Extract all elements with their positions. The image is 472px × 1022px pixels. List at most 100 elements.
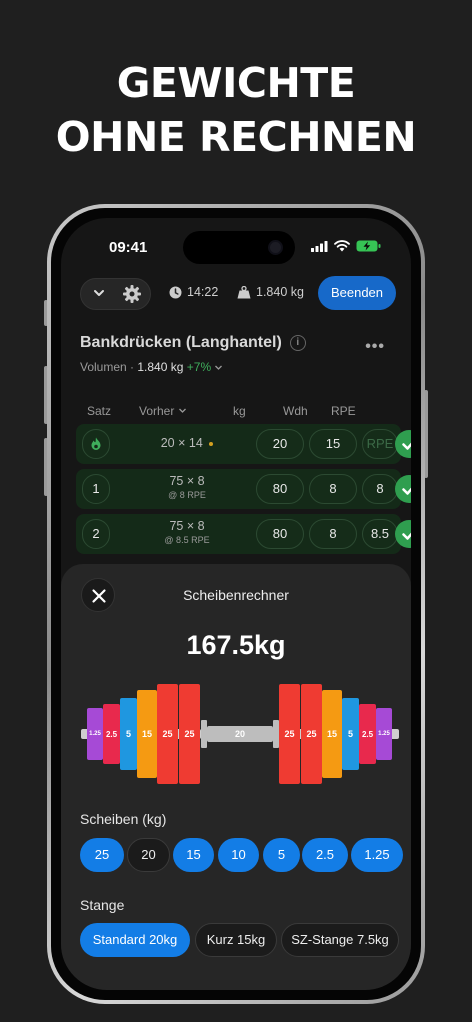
set-complete-toggle[interactable] <box>395 430 411 458</box>
plate-25: 25 <box>157 684 178 784</box>
plate-calculator-sheet: Scheibenrechner 167.5kg 20 1.25 2.5 5 15… <box>61 564 411 990</box>
header-rpe: RPE <box>331 404 356 418</box>
clock-icon <box>169 286 182 298</box>
workout-timer: 14:22 <box>169 285 218 299</box>
reps-input[interactable]: 8 <box>309 474 357 504</box>
status-icons <box>311 240 381 252</box>
wifi-icon <box>334 240 350 252</box>
set-number: 1 <box>82 474 110 504</box>
timer-value: 14:22 <box>187 285 219 299</box>
previous-value: 75 × 8 @ 8 RPE <box>132 474 242 502</box>
rpe-input[interactable]: 8.5 <box>362 519 398 549</box>
plate-1-25: 1.25 <box>376 708 392 760</box>
set-row-1: 1 75 × 8 @ 8 RPE 80 8 8 <box>76 469 411 509</box>
checkmark-icon <box>402 532 411 540</box>
bar-chip-standard[interactable]: Standard 20kg <box>80 923 190 957</box>
app-screen: 09:41 14:22 1.840 kg Beenden Bankdrücken… <box>61 218 411 990</box>
flame-icon <box>91 437 101 450</box>
set-complete-toggle[interactable] <box>395 475 411 503</box>
reps-input[interactable]: 8 <box>309 519 357 549</box>
previous-value: 20 × 14 <box>132 436 242 450</box>
more-options-icon[interactable]: ••• <box>365 338 385 356</box>
plates-section-label: Scheiben (kg) <box>80 811 167 827</box>
headline-line-1: GEWICHTE <box>116 59 356 107</box>
headline-line-2: OHNE RECHNEN <box>55 113 417 161</box>
promo-headline: GEWICHTE OHNE RECHNEN <box>0 56 472 164</box>
plate-2-5: 2.5 <box>103 704 120 764</box>
checkmark-icon <box>402 442 411 450</box>
previous-value: 75 × 8 @ 8.5 RPE <box>132 519 242 547</box>
rpe-input[interactable]: 8 <box>362 474 398 504</box>
volume-change: +7% <box>186 360 212 374</box>
bar-weight-label: 20 <box>234 729 245 739</box>
sheet-title: Scheibenrechner <box>183 587 289 603</box>
header-reps: Wdh <box>283 404 308 418</box>
volume-label: Volumen · <box>80 360 138 374</box>
previous-dot <box>209 441 214 446</box>
status-time: 09:41 <box>109 239 148 256</box>
set-row-2: 2 75 × 8 @ 8.5 RPE 80 8 8.5 <box>76 514 411 554</box>
header-previous[interactable]: Vorher <box>139 404 187 418</box>
plate-1-25: 1.25 <box>87 708 103 760</box>
exercise-title: Bankdrücken (Langhantel) i <box>80 334 306 352</box>
barbell-shaft: 20 <box>207 726 273 742</box>
plate-5: 5 <box>342 698 359 770</box>
plate-chip-25[interactable]: 25 <box>80 838 124 872</box>
front-camera <box>268 240 283 255</box>
rpe-input[interactable]: RPE <box>362 429 398 459</box>
battery-charging-icon <box>356 240 381 252</box>
previous-rpe: @ 8 RPE <box>168 490 206 500</box>
plate-2-5: 2.5 <box>359 704 376 764</box>
kg-input[interactable]: 20 <box>256 429 304 459</box>
chevron-down-icon[interactable] <box>214 363 223 372</box>
chevron-down-icon <box>178 408 186 413</box>
toolbar-menu-group <box>80 278 151 310</box>
checkmark-icon <box>402 487 411 495</box>
volume-total-value: 1.840 kg <box>256 285 304 299</box>
plate-chip-5[interactable]: 5 <box>263 838 300 872</box>
header-set: Satz <box>87 404 112 418</box>
exercise-title-text: Bankdrücken (Langhantel) <box>80 334 282 351</box>
gear-icon[interactable] <box>122 284 142 304</box>
plate-25: 25 <box>279 684 300 784</box>
barbell-visual: 20 1.25 2.5 5 15 25 25 25 25 15 5 2.5 1.… <box>61 684 411 784</box>
previous-text: 75 × 8 <box>169 474 205 488</box>
plate-15: 15 <box>322 690 342 778</box>
set-complete-toggle[interactable] <box>395 520 411 548</box>
plate-chip-10[interactable]: 10 <box>218 838 259 872</box>
workout-toolbar: 14:22 1.840 kg Beenden <box>80 274 396 314</box>
workout-volume: 1.840 kg <box>237 285 304 299</box>
plate-chip-2-5[interactable]: 2.5 <box>302 838 348 872</box>
set-number: 2 <box>82 519 110 549</box>
volume-value: 1.840 kg <box>137 360 184 374</box>
reps-input[interactable]: 15 <box>309 429 357 459</box>
bar-chip-ez[interactable]: SZ-Stange 7.5kg <box>281 923 399 957</box>
previous-rpe: @ 8.5 RPE <box>164 535 210 545</box>
plate-15: 15 <box>137 690 157 778</box>
bar-section-label: Stange <box>80 897 125 913</box>
info-icon[interactable]: i <box>289 335 306 351</box>
weight-icon <box>237 285 251 298</box>
exercise-volume-summary: Volumen · 1.840 kg +7% <box>80 360 223 374</box>
finish-workout-button[interactable]: Beenden <box>318 276 396 310</box>
plate-25: 25 <box>301 684 322 784</box>
plate-chip-20[interactable]: 20 <box>127 838 170 872</box>
previous-text: 20 × 14 <box>160 436 203 450</box>
plate-25: 25 <box>179 684 200 784</box>
dynamic-island <box>183 231 295 264</box>
warmup-set-badge[interactable] <box>82 429 110 459</box>
kg-input[interactable]: 80 <box>256 474 304 504</box>
bar-chip-short[interactable]: Kurz 15kg <box>195 923 277 957</box>
set-row-warmup: 20 × 14 20 15 RPE <box>76 424 411 464</box>
plate-chip-15[interactable]: 15 <box>173 838 214 872</box>
previous-text: 75 × 8 <box>169 519 205 533</box>
header-kg: kg <box>233 404 246 418</box>
chevron-down-icon[interactable] <box>91 285 107 301</box>
header-previous-label: Vorher <box>139 404 175 418</box>
phone-frame: 09:41 14:22 1.840 kg Beenden Bankdrücken… <box>47 204 425 1004</box>
total-weight: 167.5kg <box>186 630 286 660</box>
kg-input[interactable]: 80 <box>256 519 304 549</box>
plate-chip-1-25[interactable]: 1.25 <box>351 838 403 872</box>
cellular-signal-icon <box>311 240 328 252</box>
plate-5: 5 <box>120 698 137 770</box>
